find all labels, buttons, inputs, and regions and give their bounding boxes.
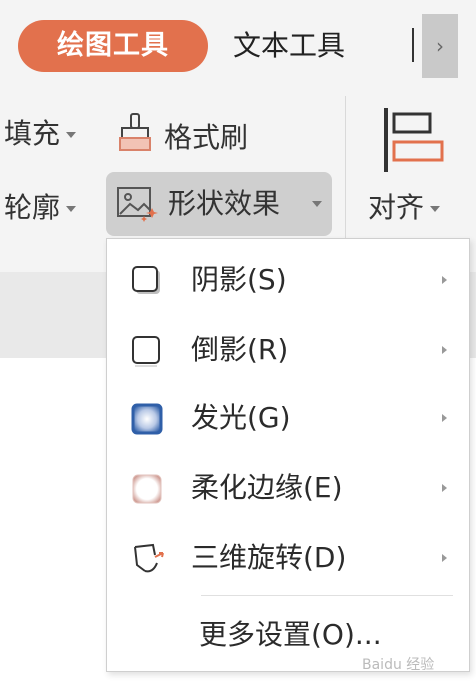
menu-item-reflection[interactable]: 倒影(R) bbox=[107, 315, 469, 385]
glow-square-icon bbox=[131, 403, 165, 441]
format-painter-label: 格式刷 bbox=[164, 120, 249, 154]
soft-edge-square-icon bbox=[131, 473, 165, 511]
tab-text-tools[interactable]: 文本工具 bbox=[233, 20, 345, 72]
chevron-down-icon bbox=[66, 132, 77, 138]
chevron-down-icon bbox=[66, 206, 77, 212]
align-label: 对齐 bbox=[368, 191, 425, 224]
menu-item-label: 倒影(R) bbox=[191, 333, 289, 366]
menu-item-label: 发光(G) bbox=[191, 401, 291, 434]
3d-rotation-icon bbox=[131, 543, 167, 581]
menu-item-shadow[interactable]: 阴影(S) bbox=[107, 245, 469, 315]
ribbon-group-divider bbox=[345, 96, 346, 238]
more-settings-item[interactable]: 更多设置(O)... bbox=[199, 603, 382, 667]
chevron-right-icon bbox=[442, 414, 447, 422]
menu-divider bbox=[201, 595, 453, 596]
shape-effects-label: 形状效果 bbox=[168, 187, 281, 220]
menu-item-glow[interactable]: 发光(G) bbox=[107, 383, 469, 453]
menu-item-label: 柔化边缘(E) bbox=[191, 471, 343, 504]
shape-effects-icon bbox=[116, 186, 160, 228]
fill-dropdown[interactable]: 填充 bbox=[4, 112, 77, 152]
chevron-down-icon bbox=[312, 201, 322, 207]
format-painter-button[interactable]: 格式刷 bbox=[116, 112, 248, 159]
tabs-scroll-right-button[interactable]: › bbox=[422, 14, 458, 78]
align-icon[interactable] bbox=[382, 108, 448, 176]
outline-label: 轮廓 bbox=[4, 191, 61, 224]
watermark: Baidu 经验 bbox=[362, 657, 435, 673]
align-dropdown[interactable]: 对齐 bbox=[368, 186, 441, 226]
outline-dropdown[interactable]: 轮廓 bbox=[4, 186, 77, 226]
chevron-right-icon bbox=[442, 554, 447, 562]
shadow-square-icon bbox=[131, 265, 165, 303]
tab-overflow-edge bbox=[412, 28, 418, 62]
shape-effects-menu: 阴影(S) 倒影(R) 发光(G) 柔化边缘(E) 三维旋转(D) 更多设置(O… bbox=[106, 238, 470, 672]
tab-drawing-tools[interactable]: 绘图工具 bbox=[18, 20, 208, 72]
chevron-right-icon bbox=[442, 276, 447, 284]
menu-item-label: 三维旋转(D) bbox=[191, 541, 347, 574]
chevron-right-icon bbox=[442, 484, 447, 492]
chevron-right-icon bbox=[442, 346, 447, 354]
menu-item-3d-rotation[interactable]: 三维旋转(D) bbox=[107, 523, 469, 593]
menu-item-label: 阴影(S) bbox=[191, 263, 287, 296]
chevron-down-icon bbox=[430, 206, 441, 212]
menu-item-soft-edges[interactable]: 柔化边缘(E) bbox=[107, 453, 469, 523]
reflection-square-icon bbox=[131, 335, 165, 373]
fill-label: 填充 bbox=[4, 117, 61, 150]
brush-icon bbox=[116, 112, 154, 159]
shape-effects-button[interactable]: 形状效果 bbox=[106, 172, 332, 236]
